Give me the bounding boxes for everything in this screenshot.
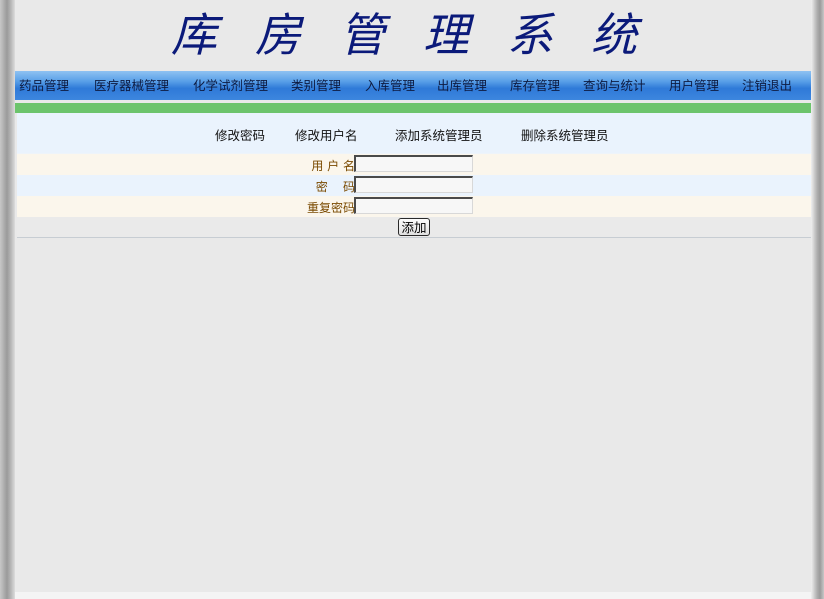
bottom-edge bbox=[15, 592, 811, 599]
password-input[interactable] bbox=[354, 176, 473, 193]
nav-item-users[interactable]: 用户管理 bbox=[669, 71, 719, 100]
tab-add-admin[interactable]: 添加系统管理员 bbox=[395, 125, 483, 144]
password-row: 密 码: bbox=[17, 175, 811, 196]
user-tabs: 修改密码 修改用户名 添加系统管理员 删除系统管理员 bbox=[17, 113, 811, 153]
page-title: 库房管理系统 bbox=[171, 8, 675, 62]
username-label: 用 户 名: bbox=[311, 159, 359, 173]
tab-change-password[interactable]: 修改密码 bbox=[215, 125, 265, 144]
tab-change-username[interactable]: 修改用户名 bbox=[295, 125, 358, 144]
nav-item-categories[interactable]: 类别管理 bbox=[291, 71, 341, 100]
right-border bbox=[811, 0, 824, 599]
submit-row: 添加 bbox=[17, 217, 811, 237]
nav-item-drugs[interactable]: 药品管理 bbox=[19, 71, 69, 100]
nav-item-reagents[interactable]: 化学试剂管理 bbox=[193, 71, 268, 100]
nav-item-logout[interactable]: 注销退出 bbox=[742, 71, 792, 100]
nav-item-inbound[interactable]: 入库管理 bbox=[365, 71, 415, 100]
repeat-password-row: 重复密码: bbox=[17, 196, 811, 217]
username-row: 用 户 名: bbox=[17, 154, 811, 175]
repeat-password-input[interactable] bbox=[354, 197, 473, 214]
user-management-panel: 修改密码 修改用户名 添加系统管理员 删除系统管理员 用 户 名: 密 码: 重… bbox=[17, 113, 811, 238]
add-button[interactable]: 添加 bbox=[398, 218, 430, 236]
app-window: 库房管理系统 药品管理 医疗器械管理 化学试剂管理 类别管理 入库管理 出库管理… bbox=[0, 0, 824, 599]
section-divider bbox=[15, 103, 811, 113]
page-content: 库房管理系统 药品管理 医疗器械管理 化学试剂管理 类别管理 入库管理 出库管理… bbox=[15, 0, 811, 599]
header: 库房管理系统 bbox=[15, 0, 811, 70]
left-border bbox=[0, 0, 15, 599]
main-nav: 药品管理 医疗器械管理 化学试剂管理 类别管理 入库管理 出库管理 库存管理 查… bbox=[15, 71, 811, 100]
username-input[interactable] bbox=[354, 155, 473, 172]
nav-item-query[interactable]: 查询与统计 bbox=[583, 71, 646, 100]
repeat-password-label: 重复密码: bbox=[306, 201, 359, 215]
tab-delete-admin[interactable]: 删除系统管理员 bbox=[521, 125, 609, 144]
nav-item-devices[interactable]: 医疗器械管理 bbox=[94, 71, 169, 100]
nav-item-stock[interactable]: 库存管理 bbox=[510, 71, 560, 100]
nav-item-outbound[interactable]: 出库管理 bbox=[437, 71, 487, 100]
password-label: 密 码: bbox=[315, 180, 359, 194]
